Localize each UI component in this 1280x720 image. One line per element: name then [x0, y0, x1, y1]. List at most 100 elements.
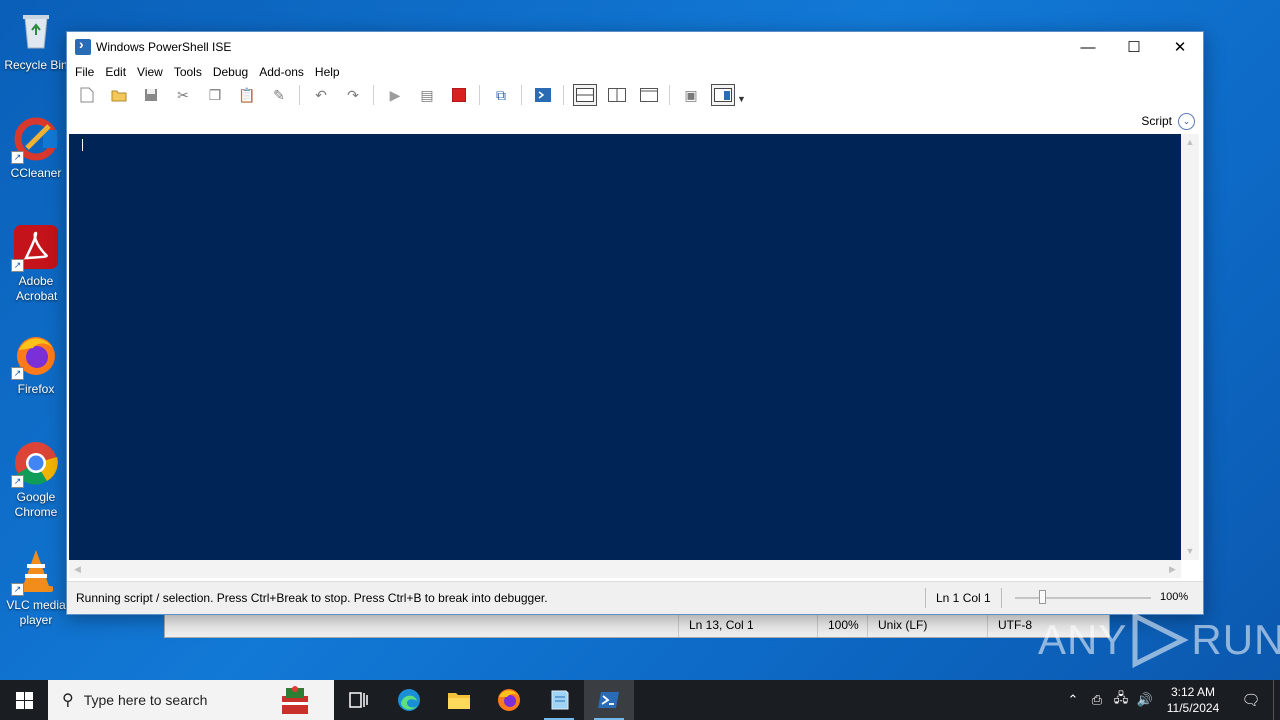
toolbar-separator [521, 85, 522, 105]
menu-view[interactable]: View [133, 65, 167, 79]
title-bar[interactable]: Windows PowerShell ISE — ☐ ✕ [67, 32, 1203, 62]
menu-file[interactable]: File [71, 65, 98, 79]
layout-top-icon[interactable] [573, 84, 597, 106]
network-icon[interactable]: 🖧 [1109, 689, 1133, 711]
menu-debug[interactable]: Debug [209, 65, 252, 79]
stop-icon[interactable] [447, 84, 471, 106]
taskbar-notepad[interactable] [534, 680, 584, 720]
script-pane-header: Script ⌄ [67, 108, 1203, 134]
layout-right-icon[interactable] [605, 84, 629, 106]
toolbar-overflow-icon[interactable]: ▼ [737, 94, 746, 104]
bg-status-position: Ln 13, Col 1 [678, 613, 817, 637]
taskbar-powershell-ise[interactable] [584, 680, 634, 720]
desktop-icon-label: VLC media player [6, 598, 66, 627]
desktop-icon-recycle-bin[interactable]: Recycle Bin [4, 8, 68, 73]
redo-icon[interactable]: ↷ [341, 84, 365, 106]
anyrun-watermark: ANY RUN [1038, 612, 1280, 668]
undo-icon[interactable]: ↶ [309, 84, 333, 106]
scroll-up-icon[interactable]: ▲ [1181, 134, 1199, 151]
minimize-button[interactable]: — [1065, 32, 1111, 62]
toolbar-separator [479, 85, 480, 105]
taskbar-firefox[interactable] [484, 680, 534, 720]
desktop-icon-ccleaner[interactable]: ↗ CCleaner [4, 116, 68, 181]
scroll-left-icon[interactable]: ◀ [69, 560, 86, 578]
desktop-icon-label: CCleaner [10, 166, 62, 180]
scroll-right-icon[interactable]: ▶ [1164, 560, 1181, 578]
open-icon[interactable] [107, 84, 131, 106]
cursor-position: Ln 1 Col 1 [925, 588, 1002, 608]
firefox-icon: ↗ [11, 332, 59, 380]
vertical-scrollbar[interactable]: ▲ ▼ [1181, 134, 1199, 560]
edge-icon [398, 689, 420, 711]
taskbar-search-box[interactable]: ⚲ Type here to search [48, 680, 334, 720]
run-selection-icon[interactable]: ▤ [415, 84, 439, 106]
text-caret [82, 139, 83, 151]
close-button[interactable]: ✕ [1157, 32, 1203, 62]
taskbar-file-explorer[interactable] [434, 680, 484, 720]
menu-edit[interactable]: Edit [101, 65, 130, 79]
toolbar-separator [669, 85, 670, 105]
addon-icon[interactable] [711, 84, 735, 106]
zoom-level: 100% [1160, 591, 1189, 603]
start-button[interactable] [0, 680, 48, 720]
run-icon[interactable]: ▶ [383, 84, 407, 106]
toolbar-separator [373, 85, 374, 105]
cut-icon[interactable]: ✂ [171, 84, 195, 106]
chevron-up-icon[interactable]: ⌃ [1061, 692, 1085, 708]
desktop-icon-google-chrome[interactable]: ↗ Google Chrome [4, 440, 68, 520]
clock-date: 11/5/2024 [1166, 701, 1220, 715]
background-editor-window: Ln 13, Col 1 100% Unix (LF) UTF-8 [164, 613, 1110, 638]
copy-icon[interactable]: ❐ [203, 84, 227, 106]
menu-tools[interactable]: Tools [170, 65, 206, 79]
shortcut-arrow-icon: ↗ [11, 367, 24, 380]
bg-status-zoom: 100% [817, 613, 867, 637]
show-commands-icon[interactable]: ▣ [679, 84, 703, 106]
zoom-slider-thumb[interactable] [1039, 590, 1047, 604]
menu-help[interactable]: Help [311, 65, 344, 79]
task-view-button[interactable] [334, 680, 384, 720]
powershell-icon [75, 36, 91, 55]
taskbar-edge[interactable] [384, 680, 434, 720]
new-icon[interactable] [75, 84, 99, 106]
clock-time: 3:12 AM [1170, 685, 1216, 699]
window-title: Windows PowerShell ISE [96, 40, 232, 54]
shortcut-arrow-icon: ↗ [11, 583, 24, 596]
desktop-icon-label: Adobe Acrobat [16, 274, 58, 303]
menu-bar: File Edit View Tools Debug Add-ons Help [67, 62, 1203, 82]
show-desktop-button[interactable] [1273, 680, 1280, 720]
search-icon: ⚲ [62, 692, 74, 709]
console-output-area[interactable] [69, 134, 1181, 560]
device-icon[interactable]: ⎙ [1085, 692, 1109, 708]
desktop-icon-firefox[interactable]: ↗ Firefox [4, 332, 68, 397]
bg-status-eol: Unix (LF) [867, 613, 987, 637]
scroll-down-icon[interactable]: ▼ [1181, 543, 1199, 560]
task-view-icon [349, 692, 368, 708]
chrome-icon: ↗ [11, 440, 59, 488]
save-icon[interactable] [139, 84, 163, 106]
clear-icon[interactable]: ✎ [267, 84, 291, 106]
desktop-icon-adobe-acrobat[interactable]: ↗ Adobe Acrobat [4, 224, 68, 304]
shortcut-arrow-icon: ↗ [11, 475, 24, 488]
volume-icon[interactable]: 🔊 [1133, 692, 1157, 708]
status-bar: Running script / selection. Press Ctrl+B… [67, 581, 1203, 614]
console-icon[interactable] [531, 84, 555, 106]
windows-logo-icon [15, 691, 33, 709]
clock[interactable]: 3:12 AM 11/5/2024 [1157, 684, 1229, 716]
acrobat-icon: ↗ [11, 224, 59, 272]
desktop-icon-label: Firefox [17, 382, 55, 396]
menu-add-ons[interactable]: Add-ons [255, 65, 308, 79]
chevron-down-icon[interactable]: ⌄ [1178, 112, 1195, 130]
notification-icon[interactable]: 🗨 [1229, 691, 1273, 709]
zoom-slider[interactable] [1015, 590, 1151, 604]
horizontal-scrollbar[interactable]: ◀ ▶ [69, 560, 1181, 578]
maximize-button[interactable]: ☐ [1111, 32, 1157, 62]
notepad-icon [551, 690, 569, 710]
watermark-play-icon [1132, 612, 1189, 668]
desktop-icon-vlc[interactable]: ↗ VLC media player [4, 548, 68, 628]
desktop-icon-label: Google Chrome [14, 490, 58, 519]
shortcut-arrow-icon: ↗ [11, 259, 24, 272]
paste-icon[interactable]: 📋 [235, 84, 259, 106]
remote-icon[interactable]: ⧉ [489, 84, 513, 106]
toolbar: ✂ ❐ 📋 ✎ ↶ ↷ ▶ ▤ ⧉ ▣ ▼ [67, 82, 1203, 108]
layout-max-icon[interactable] [637, 84, 661, 106]
